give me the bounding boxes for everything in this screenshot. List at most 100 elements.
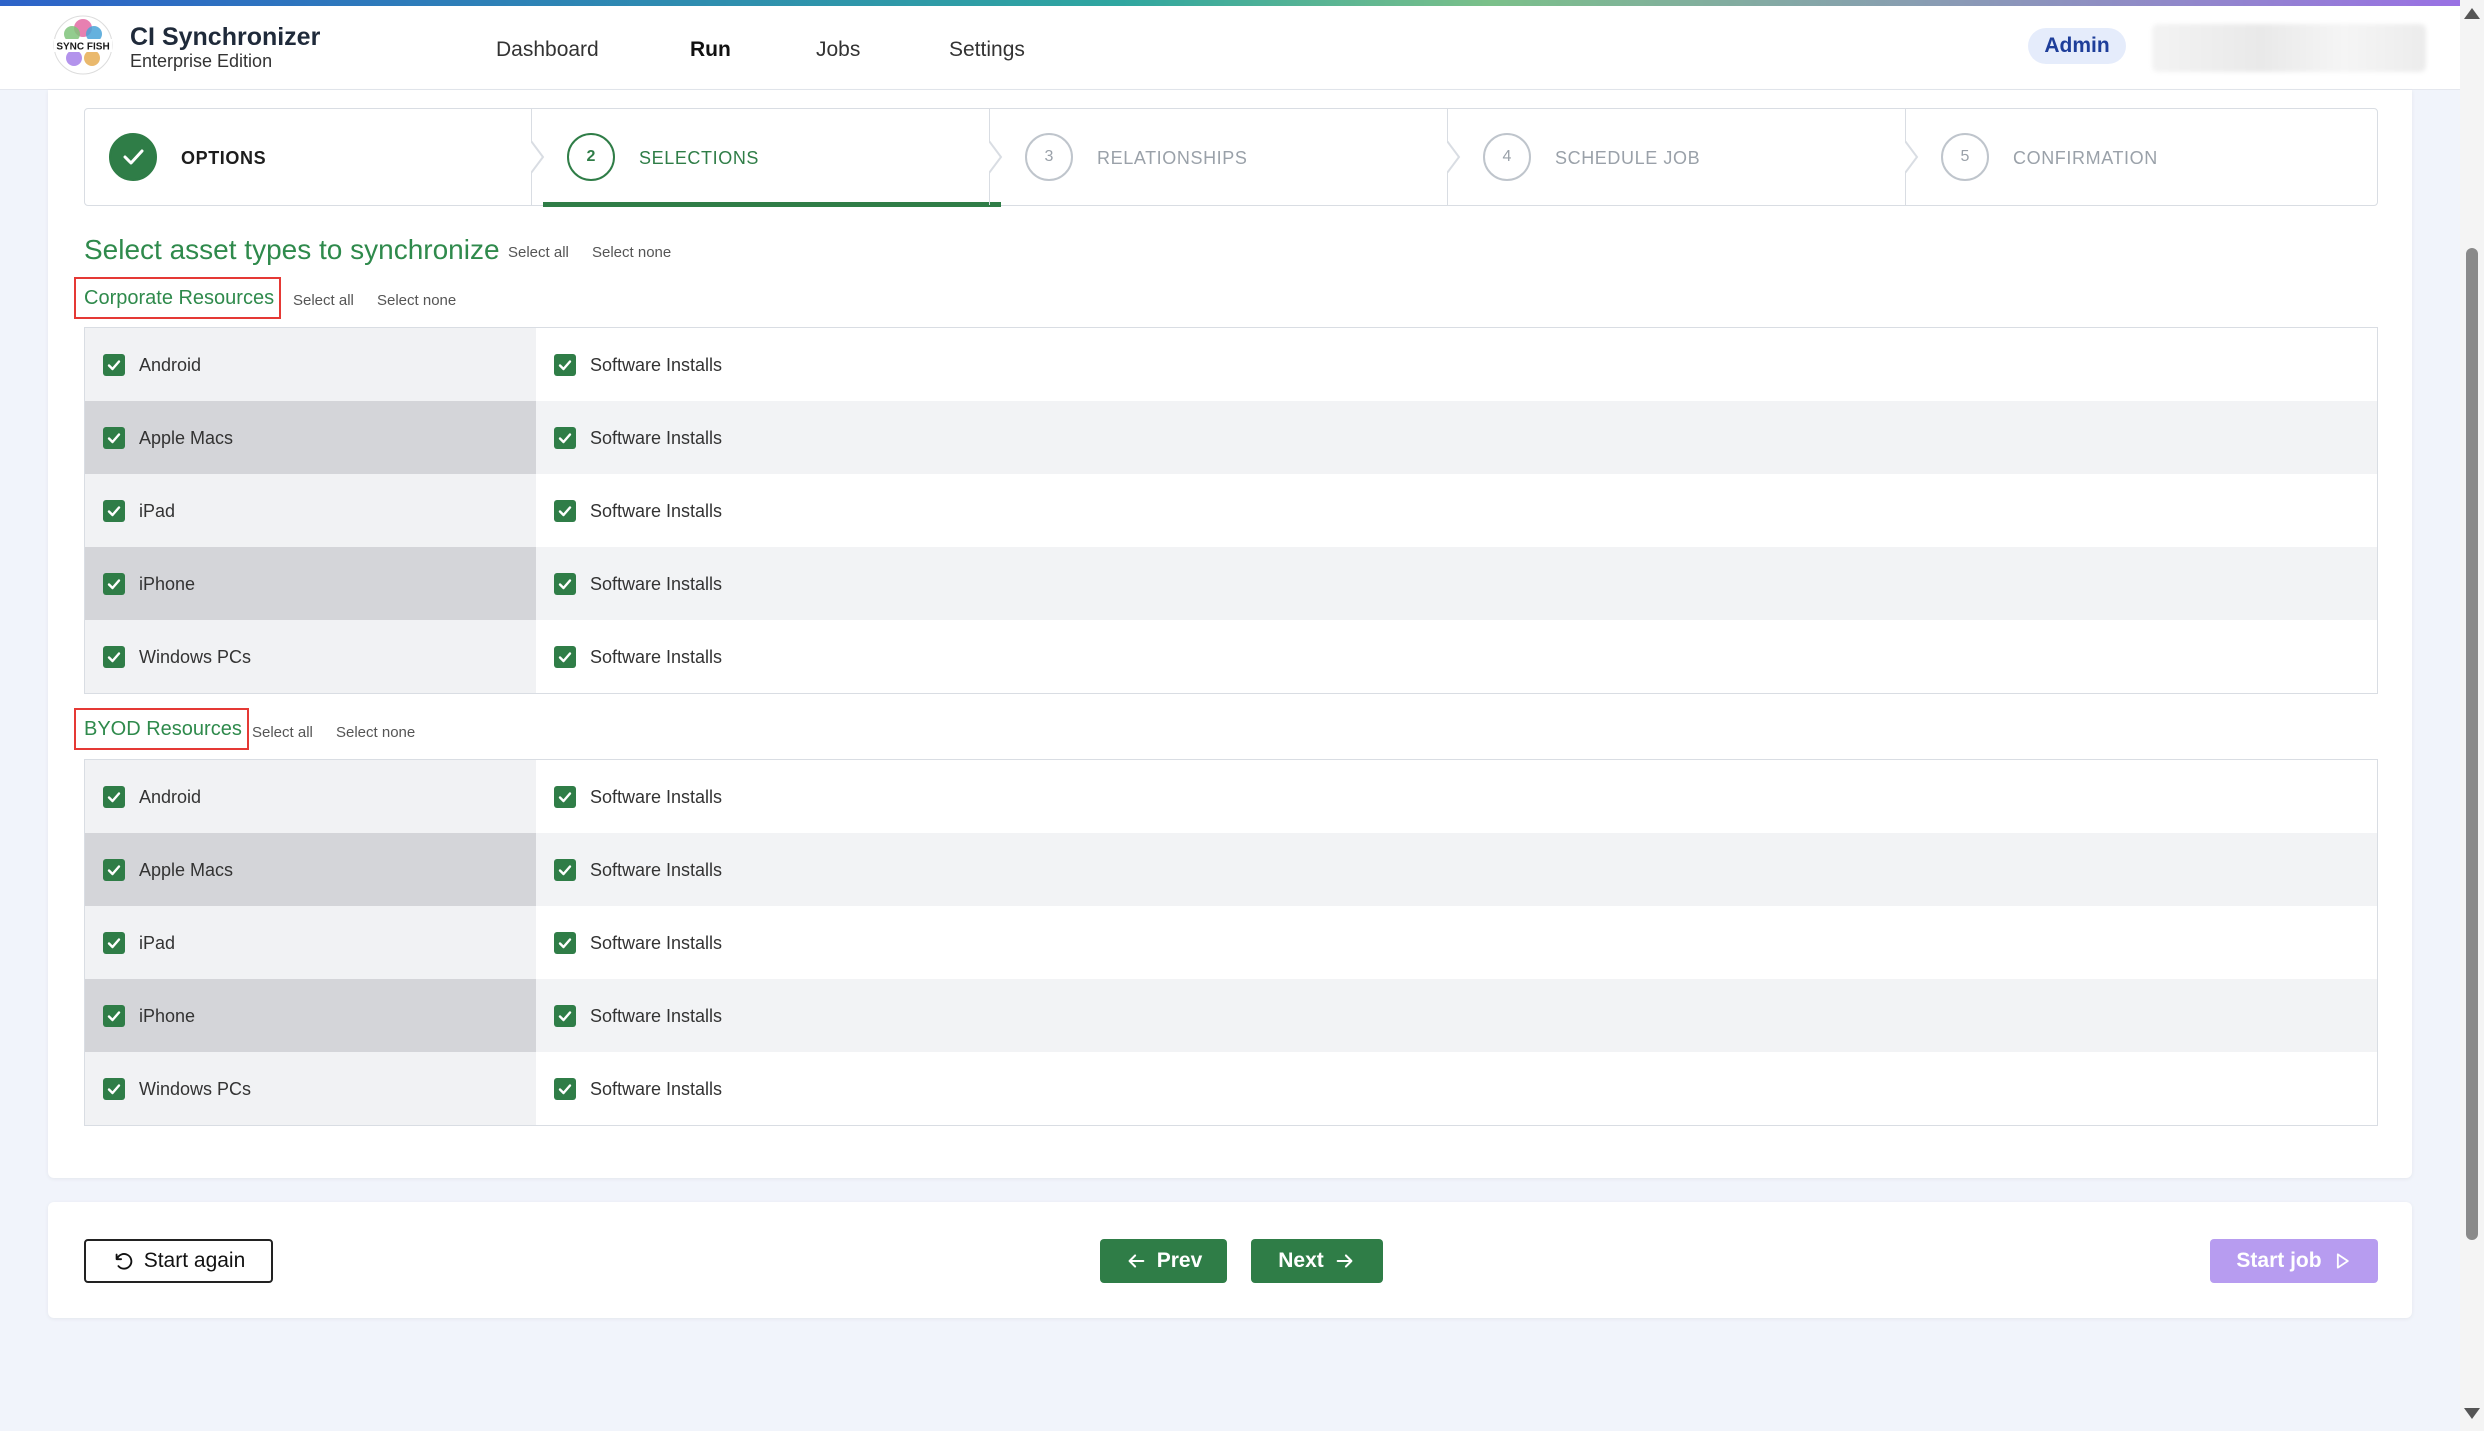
check-icon xyxy=(558,938,572,949)
check-icon xyxy=(558,360,572,371)
asset-label: iPad xyxy=(139,501,176,521)
scrollbar-thumb[interactable] xyxy=(2466,248,2478,1240)
arrow-right-icon xyxy=(1336,1254,1353,1268)
sub-asset-checkbox[interactable] xyxy=(554,646,576,668)
nav-run[interactable]: Run xyxy=(690,38,731,62)
sub-asset-label: Software Installs xyxy=(590,574,723,594)
step-label: RELATIONSHIPS xyxy=(1097,148,1248,168)
wizard-stepper: OPTIONS 2 SELECTIONS 3 RELATIONSHIPS 4 S… xyxy=(84,108,2378,207)
table-row: iPad Software Installs xyxy=(85,906,2377,979)
step-schedule-job[interactable]: 4 SCHEDULE JOB xyxy=(1459,109,1919,205)
asset-checkbox[interactable] xyxy=(103,859,125,881)
nav-dashboard[interactable]: Dashboard xyxy=(496,38,599,62)
check-icon xyxy=(558,506,572,517)
asset-checkbox[interactable] xyxy=(103,500,125,522)
step-confirmation[interactable]: 5 CONFIRMATION xyxy=(1917,109,2375,205)
check-icon xyxy=(107,433,121,444)
start-job-button[interactable]: Start job xyxy=(2210,1239,2378,1283)
start-again-button[interactable]: Start again xyxy=(84,1239,273,1283)
wizard-footer xyxy=(48,1202,2412,1318)
asset-checkbox[interactable] xyxy=(103,1078,125,1100)
step-label: SCHEDULE JOB xyxy=(1555,148,1701,168)
step-relationships[interactable]: 3 RELATIONSHIPS xyxy=(1001,109,1461,205)
sub-asset-label: Software Installs xyxy=(590,1079,723,1099)
arrow-left-icon xyxy=(1128,1254,1145,1268)
check-icon xyxy=(107,938,121,949)
check-icon xyxy=(107,865,121,876)
select-none-link[interactable]: Select none xyxy=(592,244,671,261)
group-select-none-link[interactable]: Select none xyxy=(377,292,456,309)
play-icon xyxy=(2336,1253,2349,1269)
sub-asset-label: Software Installs xyxy=(590,933,723,953)
sync-fish-logo[interactable]: SYNC FISH xyxy=(52,14,114,76)
asset-label: Android xyxy=(139,355,202,375)
check-icon xyxy=(558,579,572,590)
start-job-label: Start job xyxy=(2236,1249,2322,1272)
prev-label: Prev xyxy=(1156,1249,1203,1272)
group-select-all-link[interactable]: Select all xyxy=(293,292,354,309)
step-number: 5 xyxy=(1941,133,1989,181)
group-title-byod: BYOD Resources xyxy=(74,708,249,750)
check-icon xyxy=(107,1084,121,1095)
prev-button[interactable]: Prev xyxy=(1100,1239,1227,1283)
table-row: Apple Macs Software Installs xyxy=(85,833,2377,906)
asset-checkbox[interactable] xyxy=(103,354,125,376)
scroll-down-arrow-icon[interactable] xyxy=(2464,1408,2480,1419)
app-edition: Enterprise Edition xyxy=(130,51,273,71)
undo-icon xyxy=(115,1253,132,1270)
group-select-all-link[interactable]: Select all xyxy=(252,724,313,741)
sub-asset-label: Software Installs xyxy=(590,787,723,807)
sub-asset-checkbox[interactable] xyxy=(554,500,576,522)
sub-asset-checkbox[interactable] xyxy=(554,427,576,449)
asset-checkbox[interactable] xyxy=(103,932,125,954)
next-label: Next xyxy=(1278,1249,1324,1272)
sub-asset-checkbox[interactable] xyxy=(554,354,576,376)
step-number: 2 xyxy=(567,133,615,181)
nav-jobs[interactable]: Jobs xyxy=(816,38,860,62)
asset-label: Android xyxy=(139,787,202,807)
asset-checkbox[interactable] xyxy=(103,573,125,595)
step-number: 3 xyxy=(1025,133,1073,181)
asset-checkbox[interactable] xyxy=(103,646,125,668)
check-icon xyxy=(558,792,572,803)
step-separator-icon xyxy=(531,109,545,205)
asset-checkbox[interactable] xyxy=(103,786,125,808)
sub-asset-checkbox[interactable] xyxy=(554,786,576,808)
step-separator-icon xyxy=(989,109,1003,205)
table-row: iPhone Software Installs xyxy=(85,547,2377,620)
sub-asset-label: Software Installs xyxy=(590,1006,723,1026)
check-icon xyxy=(107,360,121,371)
table-row: Windows PCs Software Installs xyxy=(85,1052,2377,1125)
admin-badge[interactable]: Admin xyxy=(2028,28,2126,64)
group-select-none-link[interactable]: Select none xyxy=(336,724,415,741)
app-title: CI Synchronizer xyxy=(130,23,321,51)
asset-label: Windows PCs xyxy=(139,1079,252,1099)
check-icon xyxy=(558,433,572,444)
step-options[interactable]: OPTIONS xyxy=(85,109,545,205)
sub-asset-checkbox[interactable] xyxy=(554,932,576,954)
scroll-up-arrow-icon[interactable] xyxy=(2464,8,2480,19)
step-selections[interactable]: 2 SELECTIONS xyxy=(543,109,1003,207)
select-all-link[interactable]: Select all xyxy=(508,244,569,261)
group-title-corporate: Corporate Resources xyxy=(74,277,282,319)
sub-asset-checkbox[interactable] xyxy=(554,573,576,595)
asset-checkbox[interactable] xyxy=(103,1005,125,1027)
sub-asset-label: Software Installs xyxy=(590,428,723,448)
step-label: CONFIRMATION xyxy=(2013,148,2158,168)
step-done-check-icon xyxy=(109,133,157,181)
sub-asset-checkbox[interactable] xyxy=(554,859,576,881)
svg-text:SYNC FISH: SYNC FISH xyxy=(56,42,109,53)
sub-asset-checkbox[interactable] xyxy=(554,1078,576,1100)
next-button[interactable]: Next xyxy=(1251,1239,1383,1283)
asset-label: iPhone xyxy=(139,574,196,594)
table-row: iPad Software Installs xyxy=(85,474,2377,547)
sub-asset-checkbox[interactable] xyxy=(554,1005,576,1027)
asset-label: iPhone xyxy=(139,1006,196,1026)
app-header: SYNC FISH CI Synchronizer Enterprise Edi… xyxy=(0,6,2460,90)
step-separator-icon xyxy=(1447,109,1461,205)
active-step-underline xyxy=(543,202,1001,207)
nav-settings[interactable]: Settings xyxy=(949,38,1025,62)
asset-checkbox[interactable] xyxy=(103,427,125,449)
asset-table-byod: Android Software Installs Apple Macs Sof… xyxy=(84,759,2378,1126)
check-icon xyxy=(558,1011,572,1022)
